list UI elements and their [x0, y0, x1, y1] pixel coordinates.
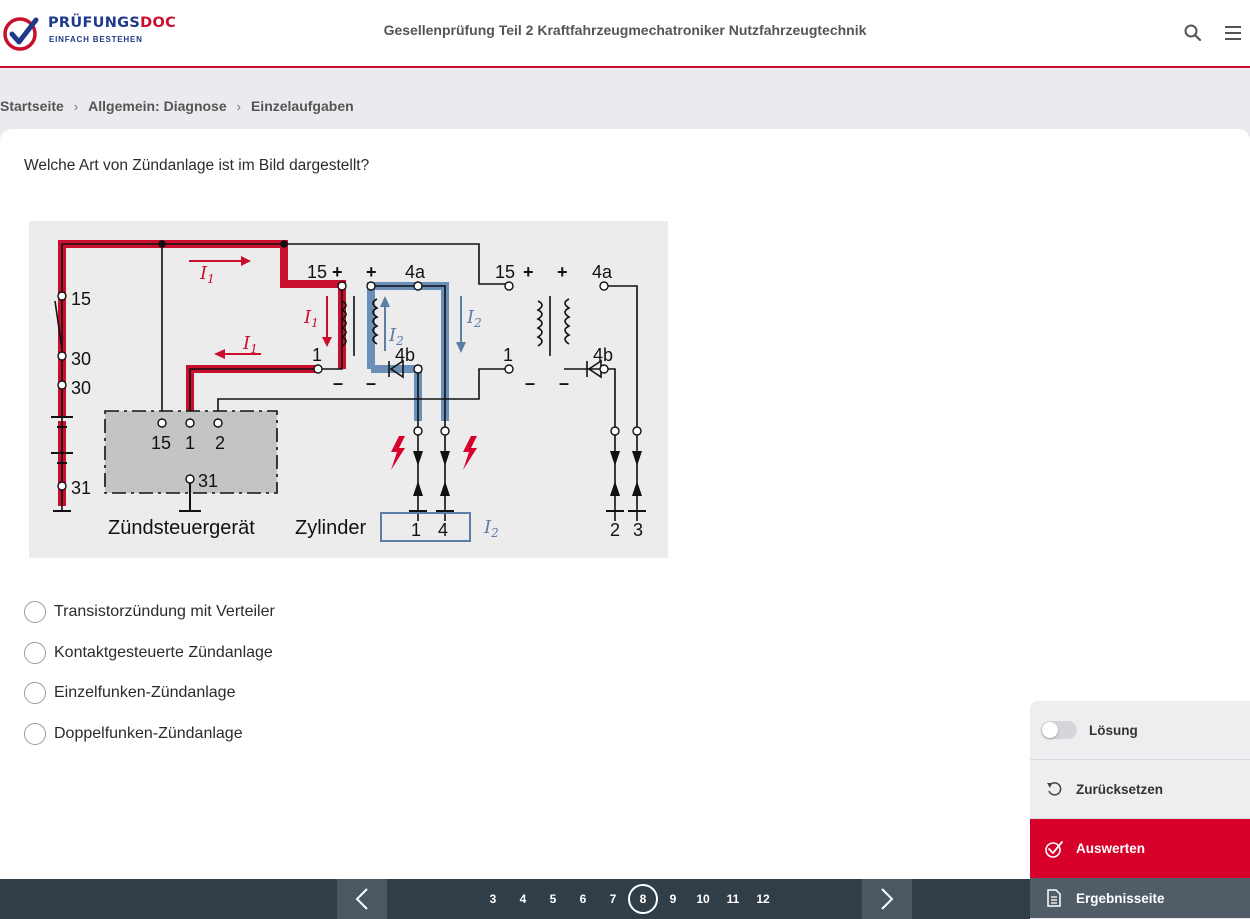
minus-sign: – — [366, 373, 376, 393]
plus-sign: + — [332, 262, 343, 282]
minus-sign: – — [559, 373, 569, 393]
breadcrumb: Startseite › Allgemein: Diagnose › Einze… — [0, 96, 354, 116]
chevron-right-icon: › — [236, 98, 241, 114]
search-icon[interactable] — [1182, 22, 1204, 44]
evaluate-label: Auswerten — [1076, 841, 1146, 856]
reset-label: Zurücksetzen — [1076, 781, 1164, 797]
answer-label: Einzelfunken-Zündanlage — [54, 684, 236, 702]
answer-option[interactable]: Doppelfunken-Zündanlage — [24, 723, 275, 746]
hamburger-menu-icon[interactable] — [1222, 22, 1244, 44]
page-link[interactable]: 4 — [508, 892, 538, 906]
ignition-circuit-diagram: 15 30 30 31 15 1 2 31 15 4a 1 4b 15 4a 1… — [29, 221, 668, 558]
page-link[interactable]: 5 — [538, 892, 568, 906]
cylinder-2: 2 — [610, 520, 620, 540]
plus-sign: + — [557, 262, 568, 282]
label-30a: 30 — [71, 349, 91, 369]
radio-button[interactable] — [24, 682, 46, 705]
check-circle-icon — [1044, 839, 1064, 859]
ecu-pin-31: 31 — [198, 471, 218, 491]
chevron-right-icon: › — [73, 98, 79, 114]
breadcrumb-category[interactable]: Allgemein: Diagnose — [88, 98, 226, 114]
results-label: Ergebnisseite — [1076, 890, 1165, 906]
page-link-current[interactable]: 8 — [628, 884, 658, 914]
results-page-button[interactable]: Ergebnisseite — [1030, 878, 1250, 918]
breadcrumb-current[interactable]: Einzelaufgaben — [251, 98, 354, 114]
coil1-label-4b: 4b — [395, 345, 415, 365]
page-title: Gesellenprüfung Teil 2 Kraftfahrzeugmech… — [383, 22, 867, 38]
page-link[interactable]: 12 — [748, 892, 778, 906]
coil1-label-15: 15 — [307, 262, 327, 282]
cylinder-label: Zylinder — [295, 517, 366, 539]
cylinder-3: 3 — [633, 520, 643, 540]
label-15: 15 — [71, 289, 91, 309]
ecu-pin-1: 1 — [185, 433, 195, 453]
chevron-left-icon — [355, 888, 368, 910]
evaluate-button[interactable]: Auswerten — [1030, 819, 1250, 878]
plus-sign: + — [523, 262, 534, 282]
document-icon — [1044, 888, 1064, 908]
page-link[interactable]: 9 — [658, 892, 688, 906]
ecu-pin-15: 15 — [151, 433, 171, 453]
page-link[interactable]: 6 — [568, 892, 598, 906]
ecu-label: Zündsteuergerät — [108, 517, 255, 539]
solution-label: Lösung — [1089, 722, 1138, 738]
answer-label: Kontaktgesteuerte Zündanlage — [54, 643, 273, 661]
coil2-label-1: 1 — [503, 345, 513, 365]
answer-label: Transistorzündung mit Verteiler — [54, 603, 275, 620]
radio-button[interactable] — [24, 641, 46, 664]
page-link[interactable]: 3 — [478, 892, 508, 906]
solution-toggle-row[interactable]: Lösung — [1030, 701, 1250, 760]
coil1-label-4a: 4a — [405, 262, 426, 282]
solution-toggle[interactable] — [1041, 721, 1077, 739]
coil2-label-4a: 4a — [592, 262, 613, 282]
cylinder-4: 4 — [438, 520, 448, 540]
plus-sign: + — [366, 262, 377, 282]
undo-icon — [1044, 779, 1064, 799]
question-text: Welche Art von Zündanlage ist im Bild da… — [24, 157, 370, 174]
app-header: PRÜFUNGSDOC EINFACH BESTEHEN Gesellenprü… — [0, 0, 1250, 68]
answer-option[interactable]: Kontaktgesteuerte Zündanlage — [24, 641, 275, 664]
ecu-pin-2: 2 — [215, 433, 225, 453]
answer-label: Doppelfunken-Zündanlage — [54, 725, 243, 743]
page-link[interactable]: 10 — [688, 892, 718, 906]
answer-option[interactable]: Einzelfunken-Zündanlage — [24, 682, 275, 705]
breadcrumb-home[interactable]: Startseite — [0, 98, 64, 114]
answer-list: Transistorzündung mit Verteiler Kontaktg… — [24, 601, 275, 764]
reset-button[interactable]: Zurücksetzen — [1030, 760, 1250, 819]
coil1-label-1: 1 — [312, 345, 322, 365]
page-link[interactable]: 11 — [718, 892, 748, 906]
answer-option[interactable]: Transistorzündung mit Verteiler — [24, 601, 275, 623]
pagination-bar: 3 4 5 6 7 8 9 10 11 12 — [0, 879, 1030, 919]
cylinder-1: 1 — [411, 520, 421, 540]
page-link[interactable]: 7 — [598, 892, 628, 906]
radio-button[interactable] — [24, 723, 46, 746]
coil2-label-4b: 4b — [593, 345, 613, 365]
next-button[interactable] — [862, 879, 912, 919]
minus-sign: – — [525, 373, 535, 393]
page-list: 3 4 5 6 7 8 9 10 11 12 — [478, 879, 778, 919]
minus-sign: – — [333, 373, 343, 393]
coil2-label-15: 15 — [495, 262, 515, 282]
label-31: 31 — [71, 478, 91, 498]
label-30b: 30 — [71, 378, 91, 398]
chevron-right-icon — [881, 888, 894, 910]
previous-button[interactable] — [337, 879, 387, 919]
radio-button[interactable] — [24, 601, 46, 623]
action-panel: Lösung Zurücksetzen Auswerten Ergebnisse… — [1030, 701, 1250, 918]
